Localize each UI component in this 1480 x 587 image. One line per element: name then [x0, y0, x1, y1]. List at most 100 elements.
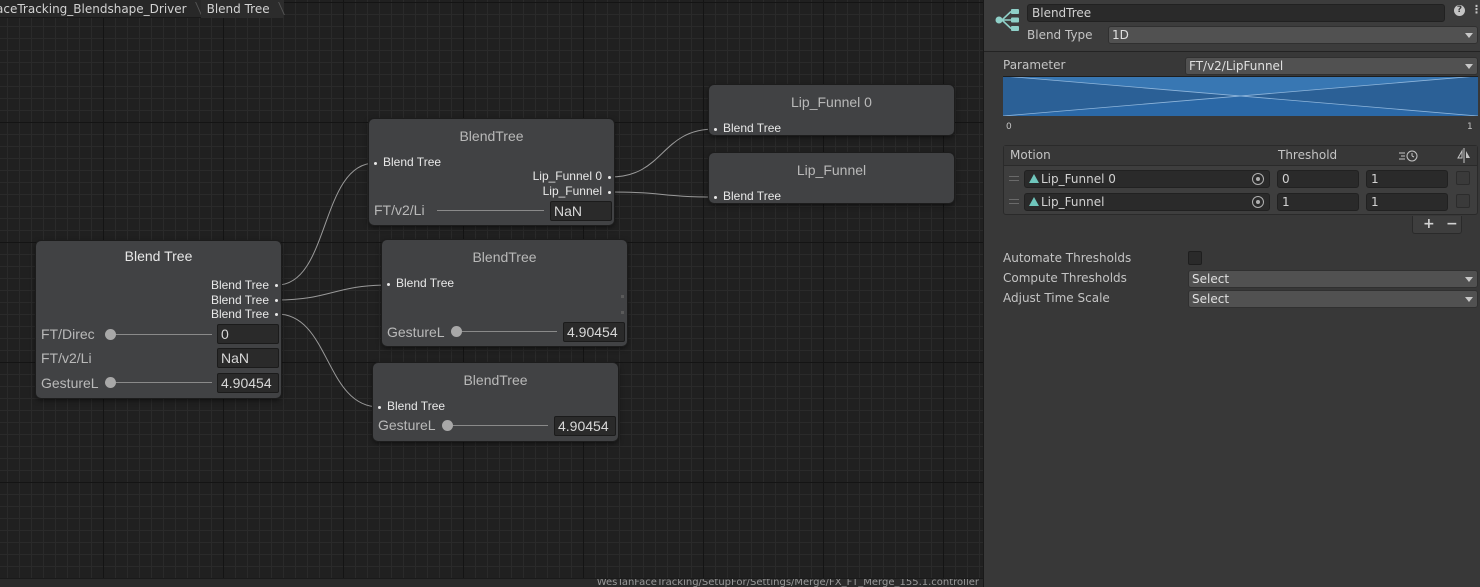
object-picker-icon[interactable] [1252, 173, 1264, 185]
adjust-time-scale-label: Adjust Time Scale [1003, 291, 1110, 305]
motion-list: Motion Threshold Lip_Funnel 0 0 1 Lip_Fu… [1003, 145, 1478, 215]
blend-tree-node-b[interactable]: BlendTree Blend Tree GestureL 4.90454 [382, 240, 627, 346]
root-param-label-1: FT/Direc [41, 326, 95, 342]
node-a-input-port[interactable] [374, 162, 377, 165]
breadcrumb-item-blend-tree[interactable]: Blend Tree [200, 0, 284, 18]
remove-motion-button[interactable]: − [1446, 216, 1458, 232]
drag-handle-icon[interactable] [1009, 199, 1019, 204]
node-c-param-slider-knob[interactable] [442, 420, 453, 431]
add-remove-footer: + − [1412, 216, 1462, 234]
node-b-title: BlendTree [472, 249, 537, 265]
root-output-port-3[interactable] [275, 313, 278, 316]
blend-tree-node-a[interactable]: BlendTree Blend Tree Lip_Funnel 0 Lip_Fu… [369, 119, 614, 225]
node-a-param-slider-track[interactable] [437, 210, 544, 211]
drag-handle-icon[interactable] [1009, 176, 1019, 181]
threshold-field-1[interactable]: 0 [1277, 170, 1359, 188]
node-c-param-slider-track[interactable] [453, 425, 548, 426]
node-a-output-label-2: Lip_Funnel [542, 184, 602, 198]
root-blend-tree-node[interactable]: Blend Tree Blend Tree Blend Tree Blend T… [36, 241, 281, 398]
blend-weights-graph[interactable] [1003, 76, 1478, 116]
node-a-input-label: Blend Tree [383, 155, 442, 169]
clip-1-input-port[interactable] [714, 128, 717, 131]
blend-tree-icon [995, 9, 1019, 31]
clip-1-title: Lip_Funnel 0 [791, 94, 872, 110]
root-param-slider-track-1[interactable] [116, 334, 212, 335]
motion-column-header: Motion [1010, 148, 1051, 162]
mirror-checkbox-1[interactable] [1456, 171, 1470, 185]
inspector-panel: BlendTree ? ⋮ Blend Type 1D Parameter FT… [983, 0, 1480, 587]
animation-clip-icon [1029, 174, 1039, 183]
clip-1-input-label: Blend Tree [723, 121, 782, 135]
root-output-label-1: Blend Tree [210, 278, 269, 292]
clip-2-title: Lip_Funnel [796, 162, 867, 178]
controller-path: WesTanFaceTracking/SetupFor/Settings/Mer… [596, 578, 979, 587]
add-motion-button[interactable]: + [1423, 216, 1435, 232]
help-icon[interactable]: ? [1454, 5, 1465, 16]
threshold-column-header: Threshold [1278, 148, 1338, 162]
root-param-slider-knob-1[interactable] [105, 329, 116, 340]
motion-name-1: Lip_Funnel 0 [1041, 172, 1116, 186]
compute-thresholds-label: Compute Thresholds [1003, 271, 1127, 285]
adjust-time-scale-dropdown[interactable]: Select [1188, 290, 1478, 308]
blend-tree-name-field[interactable]: BlendTree [1027, 4, 1445, 22]
node-b-param-label: GestureL [387, 324, 445, 340]
graph-min-tick: 0 [1006, 122, 1012, 132]
blend-type-dropdown[interactable]: 1D [1108, 26, 1478, 44]
node-a-title: BlendTree [459, 128, 524, 144]
compute-thresholds-dropdown[interactable]: Select [1188, 270, 1478, 288]
node-c-param-label: GestureL [378, 417, 436, 433]
root-param-value-2[interactable]: NaN [217, 348, 279, 368]
compute-thresholds-value: Select [1192, 272, 1230, 286]
status-bar: WesTanFaceTracking/SetupFor/Settings/Mer… [0, 578, 983, 587]
node-b-param-slider-knob[interactable] [451, 326, 462, 337]
node-a-output-port-1[interactable] [608, 176, 611, 179]
node-a-output-port-2[interactable] [608, 191, 611, 194]
automate-thresholds-label: Automate Thresholds [1003, 251, 1132, 265]
root-param-value-1[interactable]: 0 [217, 324, 279, 344]
time-scale-icon [1399, 150, 1418, 162]
node-b-param-slider-track[interactable] [462, 331, 557, 332]
motion-row-2[interactable]: Lip_Funnel 1 1 [1004, 191, 1477, 213]
parameter-dropdown[interactable]: FT/v2/LipFunnel [1185, 57, 1478, 75]
motion-row-1[interactable]: Lip_Funnel 0 0 1 [1004, 168, 1477, 190]
node-b-input-label: Blend Tree [396, 276, 455, 290]
clip-2-input-label: Blend Tree [723, 189, 782, 203]
root-param-label-2: FT/v2/Li [41, 350, 92, 366]
root-output-label-2: Blend Tree [210, 293, 269, 307]
animator-graph-canvas[interactable]: aceTracking_Blendshape_Driver Blend Tree… [0, 0, 983, 587]
motion-clip-node-1[interactable]: Lip_Funnel 0 Blend Tree [709, 85, 954, 135]
node-c-input-port[interactable] [378, 406, 381, 409]
speed-field-2[interactable]: 1 [1366, 193, 1448, 211]
mirror-checkbox-2[interactable] [1456, 194, 1470, 208]
animation-clip-icon [1029, 197, 1039, 206]
root-param-slider-track-3[interactable] [116, 382, 212, 383]
root-param-value-3[interactable]: 4.90454 [217, 373, 279, 393]
clip-2-input-port[interactable] [714, 196, 717, 199]
root-output-port-2[interactable] [275, 299, 278, 302]
node-a-param-value[interactable]: NaN [550, 201, 612, 221]
node-c-param-value[interactable]: 4.90454 [554, 416, 616, 436]
root-param-slider-knob-3[interactable] [105, 377, 116, 388]
threshold-field-2[interactable]: 1 [1277, 193, 1359, 211]
graph-max-tick: 1 [1467, 122, 1473, 132]
speed-field-1[interactable]: 1 [1366, 170, 1448, 188]
automate-thresholds-checkbox[interactable] [1188, 251, 1202, 265]
blend-type-label: Blend Type [1027, 28, 1093, 42]
wire-node-a-to-clip-2 [609, 191, 716, 198]
breadcrumb-item-layer[interactable]: aceTracking_Blendshape_Driver [0, 0, 201, 18]
motion-clip-node-2[interactable]: Lip_Funnel Blend Tree [709, 153, 954, 203]
context-menu-icon[interactable]: ⋮ [1471, 3, 1480, 16]
object-picker-icon[interactable] [1252, 196, 1264, 208]
motion-field-2[interactable]: Lip_Funnel [1024, 193, 1270, 211]
motion-field-1[interactable]: Lip_Funnel 0 [1024, 170, 1270, 188]
wire-root-to-node-a [276, 162, 376, 286]
motion-name-2: Lip_Funnel [1041, 195, 1105, 209]
blend-tree-node-c[interactable]: BlendTree Blend Tree GestureL 4.90454 [373, 363, 618, 441]
node-b-input-port[interactable] [387, 283, 390, 286]
node-b-grip-2 [621, 311, 624, 314]
node-b-param-value[interactable]: 4.90454 [563, 322, 625, 342]
root-node-title: Blend Tree [124, 248, 193, 264]
mirror-icon [1457, 148, 1470, 163]
root-output-port-1[interactable] [275, 284, 278, 287]
wire-root-to-node-c [276, 313, 380, 408]
